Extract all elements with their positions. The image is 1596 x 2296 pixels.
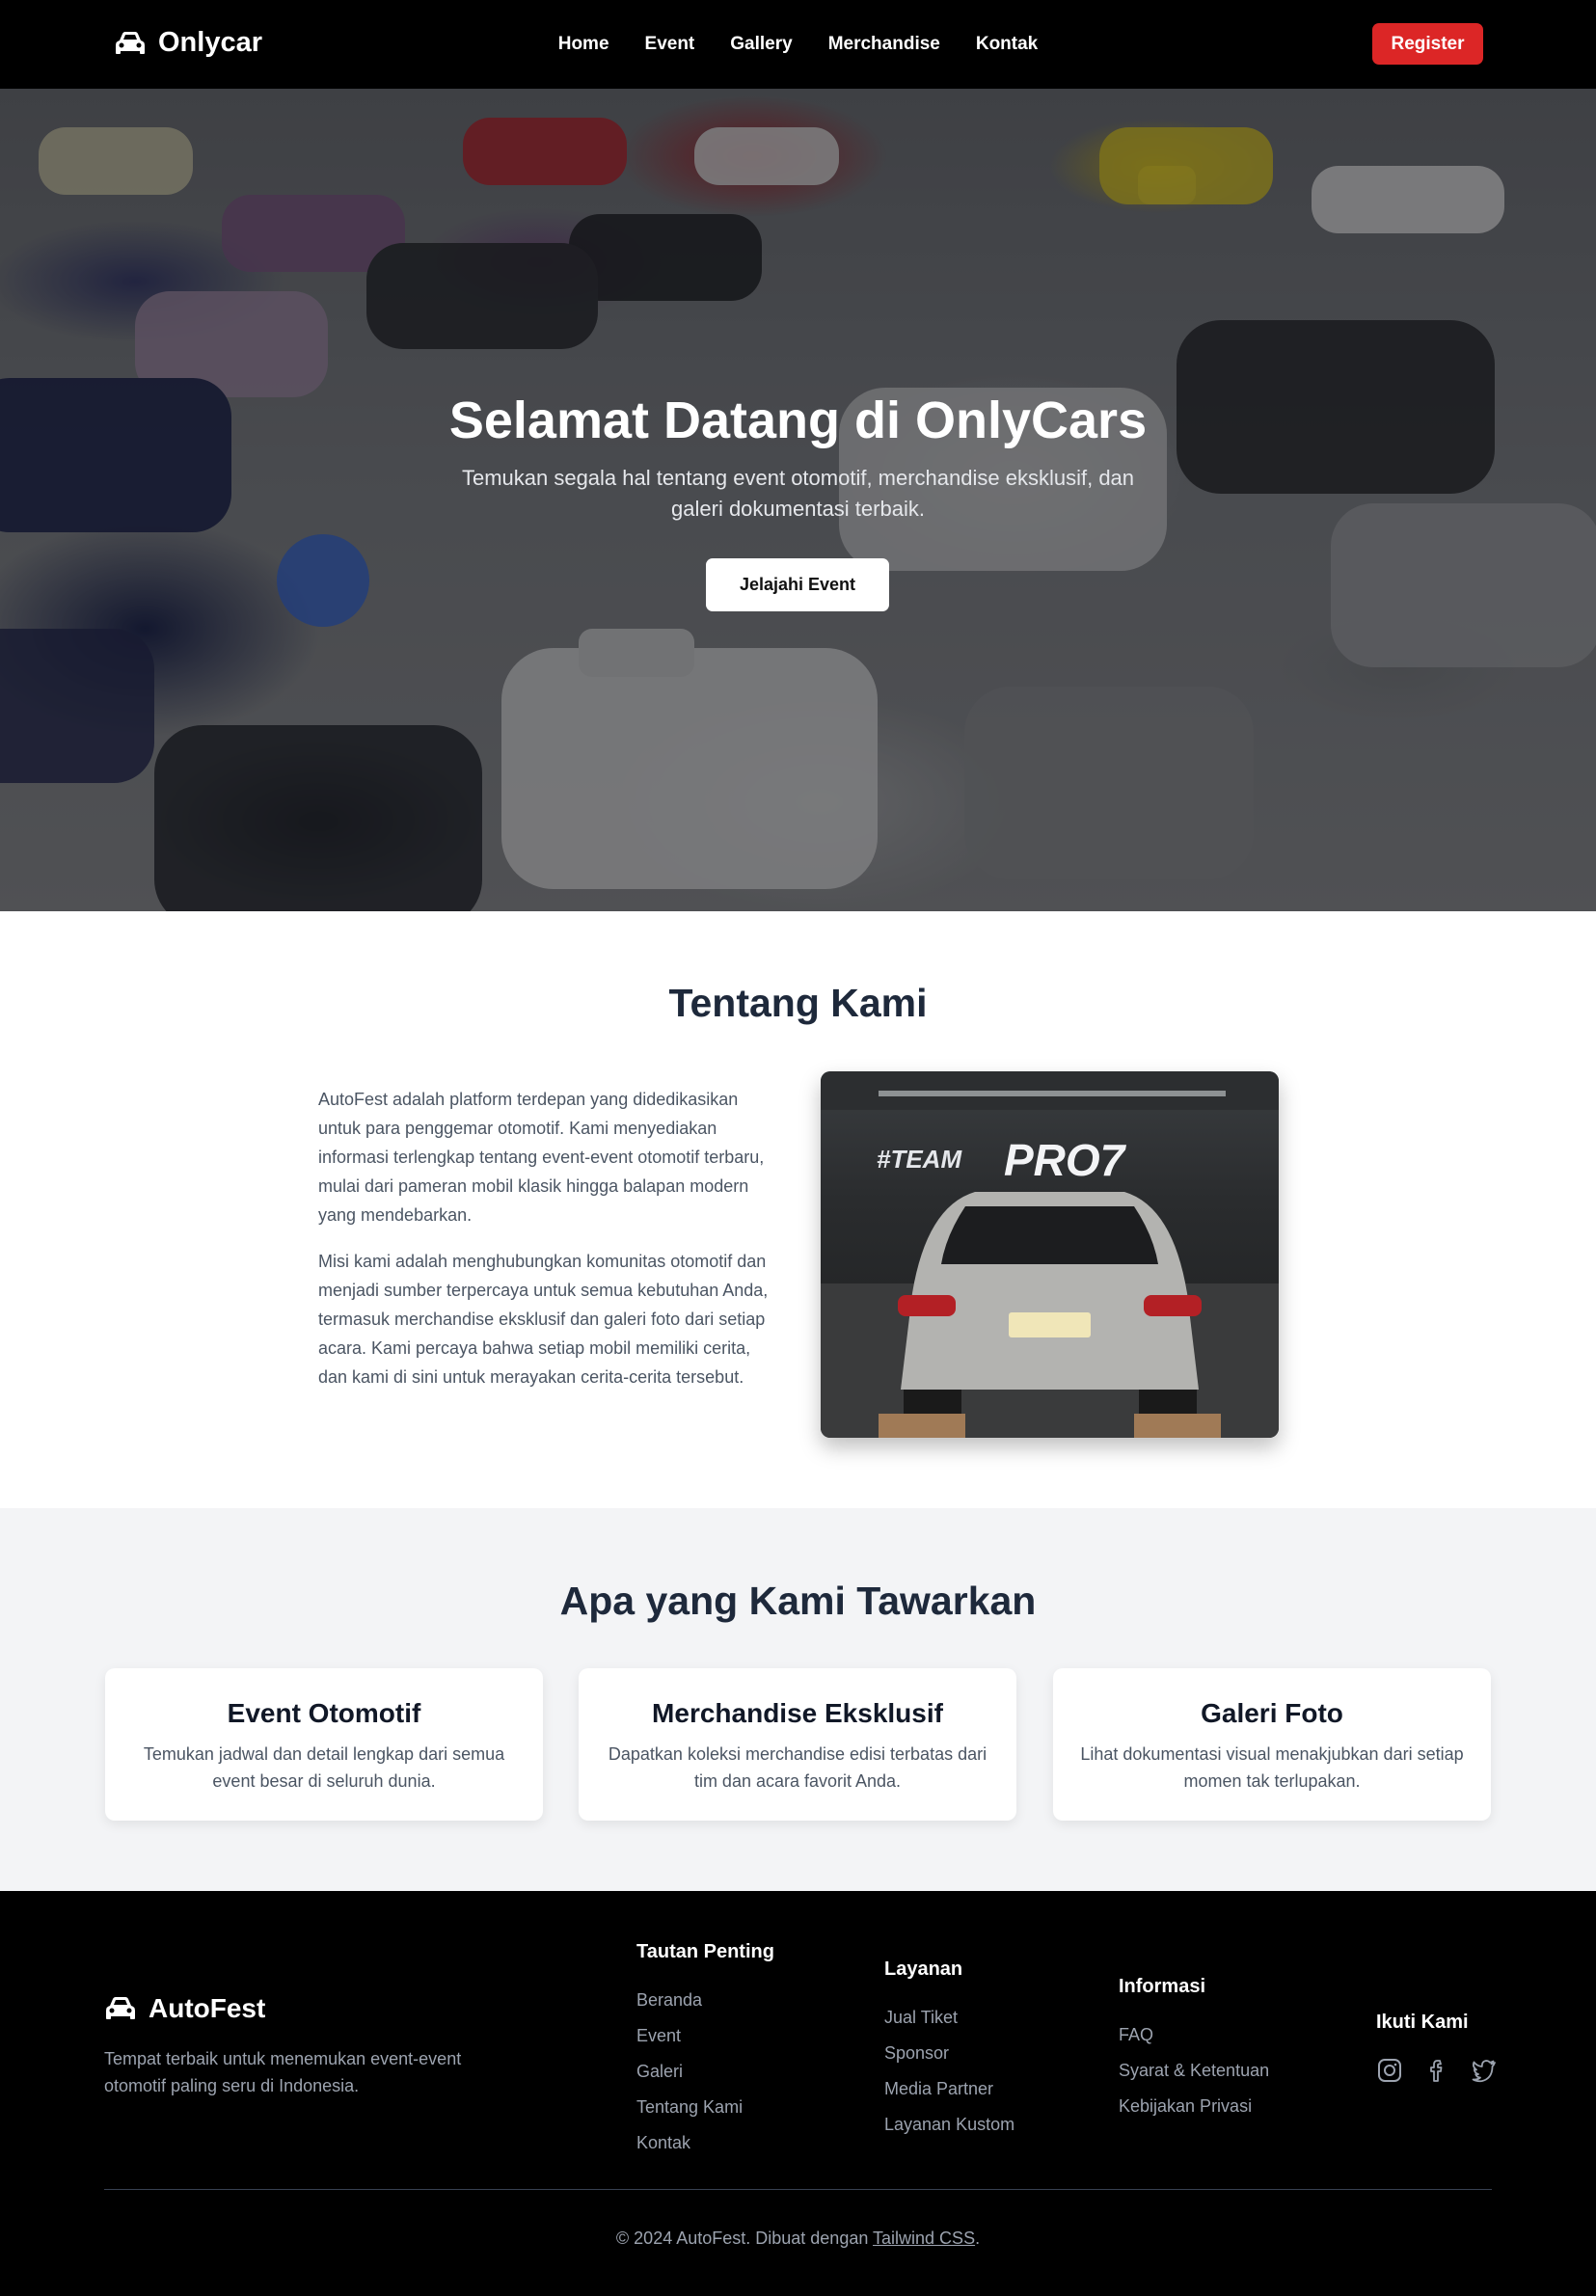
footer-col-services: Layanan Jual Tiket Sponsor Media Partner… (884, 1958, 1014, 2143)
footer-link-layanan-kustom[interactable]: Layanan Kustom (884, 2107, 1014, 2143)
card-desc: Dapatkan koleksi merchandise edisi terba… (608, 1744, 987, 1791)
footer-col-info: Informasi FAQ Syarat & Ketentuan Kebijak… (1119, 1976, 1269, 2124)
footer-link-beranda[interactable]: Beranda (636, 1983, 774, 2018)
copyright: © 2024 AutoFest. Dibuat dengan Tailwind … (0, 2228, 1596, 2249)
car-icon (106, 1997, 135, 2019)
card-title: Galeri Foto (1201, 1698, 1343, 1728)
instagram-icon[interactable] (1376, 2057, 1403, 2084)
tailwind-link[interactable]: Tailwind CSS (873, 2228, 975, 2248)
offer-section: Apa yang Kami Tawarkan Event Otomotif Te… (0, 1508, 1596, 1891)
footer-link-kontak[interactable]: Kontak (636, 2125, 774, 2161)
card-title: Event Otomotif (227, 1698, 421, 1728)
banner-pro7-text: PRO7 (1004, 1135, 1127, 1185)
footer-link-media-partner[interactable]: Media Partner (884, 2071, 1014, 2107)
about-paragraph-1: AutoFest adalah platform terdepan yang d… (318, 1090, 765, 1225)
footer-link-privasi[interactable]: Kebijakan Privasi (1119, 2089, 1269, 2124)
nav-kontak[interactable]: Kontak (976, 34, 1038, 55)
footer-col-title: Ikuti Kami (1376, 2012, 1469, 2033)
footer: AutoFest Tempat terbaik untuk menemukan … (0, 1891, 1596, 2296)
hero-subtitle: Temukan segala hal tentang event otomoti… (461, 466, 1135, 521)
nav-gallery[interactable]: Gallery (730, 34, 792, 55)
twitter-icon[interactable] (1471, 2057, 1498, 2084)
hero-content: Selamat Datang di OnlyCars Temukan segal… (0, 89, 1596, 911)
facebook-icon[interactable] (1423, 2057, 1450, 2084)
team-banner: #TEAM PRO7 (877, 1135, 1127, 1185)
offer-card-merchandise[interactable]: Merchandise Eksklusif Dapatkan koleksi m… (579, 1668, 1016, 1821)
about-title: Tentang Kami (668, 981, 928, 1025)
nav-event[interactable]: Event (645, 34, 695, 55)
footer-col-title: Layanan (884, 1958, 963, 1980)
footer-col-links: Tautan Penting Beranda Event Galeri Tent… (636, 1941, 774, 2161)
offer-title: Apa yang Kami Tawarkan (559, 1579, 1037, 1623)
social-links (1376, 2057, 1498, 2084)
explore-event-button[interactable]: Jelajahi Event (706, 558, 889, 611)
nav-merchandise[interactable]: Merchandise (828, 34, 940, 55)
footer-link-tentang[interactable]: Tentang Kami (636, 2090, 774, 2125)
top-navbar: Onlycar Home Event Gallery Merchandise K… (0, 0, 1596, 89)
card-desc: Temukan jadwal dan detail lengkap dari s… (143, 1744, 505, 1791)
copyright-text: © 2024 AutoFest. Dibuat dengan (615, 2228, 874, 2248)
footer-link-event[interactable]: Event (636, 2018, 774, 2054)
about-car-image: #TEAM PRO7 (821, 1071, 1279, 1438)
footer-col-social: Ikuti Kami (1376, 2012, 1469, 2034)
footer-brand-name: AutoFest (149, 1993, 266, 2023)
hero-title: Selamat Datang di OnlyCars (448, 392, 1148, 449)
main-menu: Home Event Gallery Merchandise Kontak (0, 0, 1596, 89)
footer-divider (104, 2189, 1492, 2190)
about-paragraph-2: Misi kami adalah menghubungkan komunitas… (318, 1252, 769, 1387)
footer-link-jual-tiket[interactable]: Jual Tiket (884, 2000, 1014, 2036)
footer-link-sponsor[interactable]: Sponsor (884, 2036, 1014, 2071)
footer-col-title: Informasi (1119, 1976, 1206, 1997)
nav-home[interactable]: Home (558, 34, 609, 55)
footer-col-title: Tautan Penting (636, 1941, 774, 1962)
footer-link-syarat[interactable]: Syarat & Ketentuan (1119, 2053, 1269, 2089)
footer-link-galeri[interactable]: Galeri (636, 2054, 774, 2090)
footer-brand: AutoFest (104, 1993, 265, 2024)
copyright-suffix: . (975, 2228, 981, 2248)
offer-card-gallery[interactable]: Galeri Foto Lihat dokumentasi visual men… (1053, 1668, 1491, 1821)
banner-team-text: #TEAM (877, 1145, 962, 1174)
about-text: AutoFest adalah platform terdepan yang d… (318, 1085, 781, 1391)
card-title: Merchandise Eksklusif (652, 1698, 943, 1728)
footer-link-faq[interactable]: FAQ (1119, 2017, 1269, 2053)
card-desc: Lihat dokumentasi visual menakjubkan dar… (1080, 1744, 1464, 1791)
footer-description: Tempat terbaik untuk menemukan event-eve… (104, 2049, 462, 2095)
register-button[interactable]: Register (1372, 23, 1483, 65)
offer-card-event[interactable]: Event Otomotif Temukan jadwal dan detail… (105, 1668, 543, 1821)
hero-section: Selamat Datang di OnlyCars Temukan segal… (0, 89, 1596, 911)
